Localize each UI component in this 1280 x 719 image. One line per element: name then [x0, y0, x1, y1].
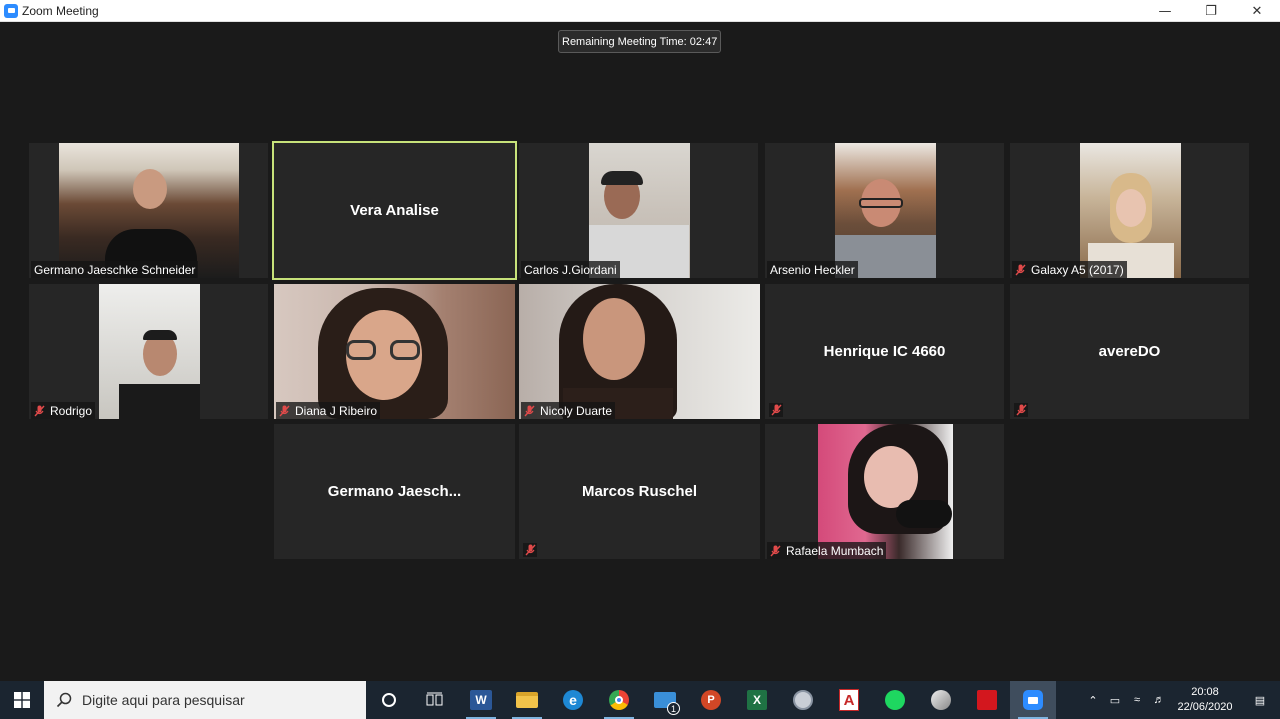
globe-app-icon: [793, 690, 813, 710]
participant-name-label: Carlos J.Giordani: [521, 261, 620, 278]
taskbar-powerpoint[interactable]: P: [688, 681, 734, 719]
participant-name: Vera Analise: [350, 202, 439, 219]
participant-name: Germano Jaesch...: [327, 483, 462, 500]
participant-video: [99, 284, 200, 419]
taskbar-mail[interactable]: 1: [642, 681, 688, 719]
zoom-app-icon: [4, 3, 18, 18]
participant-video: [274, 284, 515, 419]
cortana-icon: [382, 693, 396, 707]
folder-icon: [516, 692, 538, 708]
gallery-view: Remaining Meeting Time: 02:47 Germano Ja…: [0, 22, 1280, 681]
muted-microphone-icon: [34, 405, 45, 417]
restore-button[interactable]: ❐: [1188, 0, 1234, 22]
search-placeholder: Digite aqui para pesquisar: [82, 692, 245, 708]
muted-microphone-icon: [1014, 403, 1028, 417]
clock-date: 22/06/2020: [1177, 701, 1233, 713]
participant-tile-marcos-ruschel[interactable]: Marcos Ruschel: [519, 424, 760, 559]
battery-icon[interactable]: ▭: [1104, 681, 1126, 719]
participant-video: [519, 284, 760, 419]
participant-tile-germano-jaeschke-schneider[interactable]: Germano Jaeschke Schneider: [29, 143, 268, 278]
participant-tile-vera-analise[interactable]: Vera Analise: [272, 141, 517, 280]
taskbar-word[interactable]: W: [458, 681, 504, 719]
taskbar-edge[interactable]: e: [550, 681, 596, 719]
participant-tile-averedo[interactable]: avereDO: [1010, 284, 1249, 419]
task-view-button[interactable]: [412, 681, 458, 719]
taskbar-app-globe[interactable]: [780, 681, 826, 719]
taskbar-file-explorer[interactable]: [504, 681, 550, 719]
taskbar-clock[interactable]: 20:08 22/06/2020: [1170, 685, 1240, 715]
participant-video: [1080, 143, 1181, 278]
participant-tile-galaxy-a5[interactable]: Galaxy A5 (2017): [1010, 143, 1249, 278]
taskbar-excel[interactable]: X: [734, 681, 780, 719]
participant-video: [818, 424, 953, 559]
muted-microphone-icon: [1015, 264, 1026, 276]
zoom-icon: [1023, 690, 1043, 710]
taskbar-acrobat[interactable]: [964, 681, 1010, 719]
powerpoint-icon: P: [701, 690, 721, 710]
muted-microphone-icon: [279, 405, 290, 417]
start-button[interactable]: [0, 681, 44, 719]
participant-name: Marcos Ruschel: [581, 483, 698, 500]
mail-badge: 1: [667, 702, 680, 715]
taskbar-app-sphere[interactable]: [918, 681, 964, 719]
taskbar-autodesk[interactable]: A: [826, 681, 872, 719]
participant-name-label: Rafaela Mumbach: [767, 542, 887, 559]
window-title: Zoom Meeting: [22, 3, 99, 18]
participant-name-label: Diana J Ribeiro: [276, 402, 381, 419]
meeting-timer: Remaining Meeting Time: 02:47: [558, 30, 722, 53]
participant-name: Henrique IC 4660: [823, 343, 946, 360]
participant-tile-arsenio-heckler[interactable]: Arsenio Heckler: [765, 143, 1004, 278]
task-view-cortana-button[interactable]: [366, 681, 412, 719]
minimize-button[interactable]: —: [1142, 0, 1188, 22]
participant-tile-rodrigo[interactable]: Rodrigo: [29, 284, 268, 419]
taskbar-search-box[interactable]: Digite aqui para pesquisar: [44, 681, 366, 719]
muted-microphone-icon: [769, 403, 783, 417]
window-controls: — ❐ ✕: [1142, 0, 1280, 22]
edge-icon: e: [563, 690, 583, 710]
volume-icon[interactable]: ♬: [1148, 681, 1170, 719]
participant-name-label: Germano Jaeschke Schneider: [31, 261, 199, 278]
participant-name-label: Nicoly Duarte: [521, 402, 616, 419]
search-icon: [56, 692, 72, 708]
windows-logo-icon: [14, 692, 30, 708]
participant-video: [589, 143, 690, 278]
muted-microphone-icon: [524, 405, 535, 417]
participant-video: [59, 143, 239, 278]
participant-tile-nicoly-duarte[interactable]: Nicoly Duarte: [519, 284, 760, 419]
participant-name-label: Arsenio Heckler: [767, 261, 858, 278]
spotify-icon: [885, 690, 905, 710]
wifi-icon[interactable]: ≈: [1126, 681, 1148, 719]
system-tray: ⌃ ▭ ≈ ♬ 20:08 22/06/2020 ▤: [1082, 681, 1280, 719]
close-button[interactable]: ✕: [1234, 0, 1280, 22]
taskbar-chrome[interactable]: [596, 681, 642, 719]
action-center-notification-icon[interactable]: ▤: [1240, 681, 1280, 719]
word-icon: W: [470, 690, 492, 710]
taskbar-spotify[interactable]: [872, 681, 918, 719]
participant-name-label: Galaxy A5 (2017): [1012, 261, 1127, 278]
taskbar-zoom[interactable]: [1010, 681, 1056, 719]
participant-name: avereDO: [1098, 343, 1161, 360]
participant-video: [835, 143, 936, 278]
acrobat-icon: [977, 690, 997, 710]
participant-tile-germano-jaesch[interactable]: Germano Jaesch...: [274, 424, 515, 559]
chrome-icon: [609, 690, 629, 710]
participant-tile-henrique[interactable]: Henrique IC 4660: [765, 284, 1004, 419]
excel-icon: X: [747, 690, 767, 710]
clock-time: 20:08: [1191, 686, 1219, 698]
show-hidden-icons-chevron-icon[interactable]: ⌃: [1082, 681, 1104, 719]
sphere-app-icon: [931, 690, 951, 710]
muted-microphone-icon: [770, 545, 781, 557]
muted-microphone-icon: [523, 543, 537, 557]
autodesk-icon: A: [839, 689, 859, 711]
participant-tile-rafaela-mumbach[interactable]: Rafaela Mumbach: [765, 424, 1004, 559]
participant-tile-diana-ribeiro[interactable]: Diana J Ribeiro: [274, 284, 515, 419]
participant-name-label: Rodrigo: [31, 402, 96, 419]
window-title-bar: Zoom Meeting — ❐ ✕: [0, 0, 1280, 22]
task-view-icon: [426, 692, 443, 706]
participant-tile-carlos-giordani[interactable]: Carlos J.Giordani: [519, 143, 758, 278]
windows-taskbar: Digite aqui para pesquisar W e 1 P X A ⌃…: [0, 681, 1280, 719]
